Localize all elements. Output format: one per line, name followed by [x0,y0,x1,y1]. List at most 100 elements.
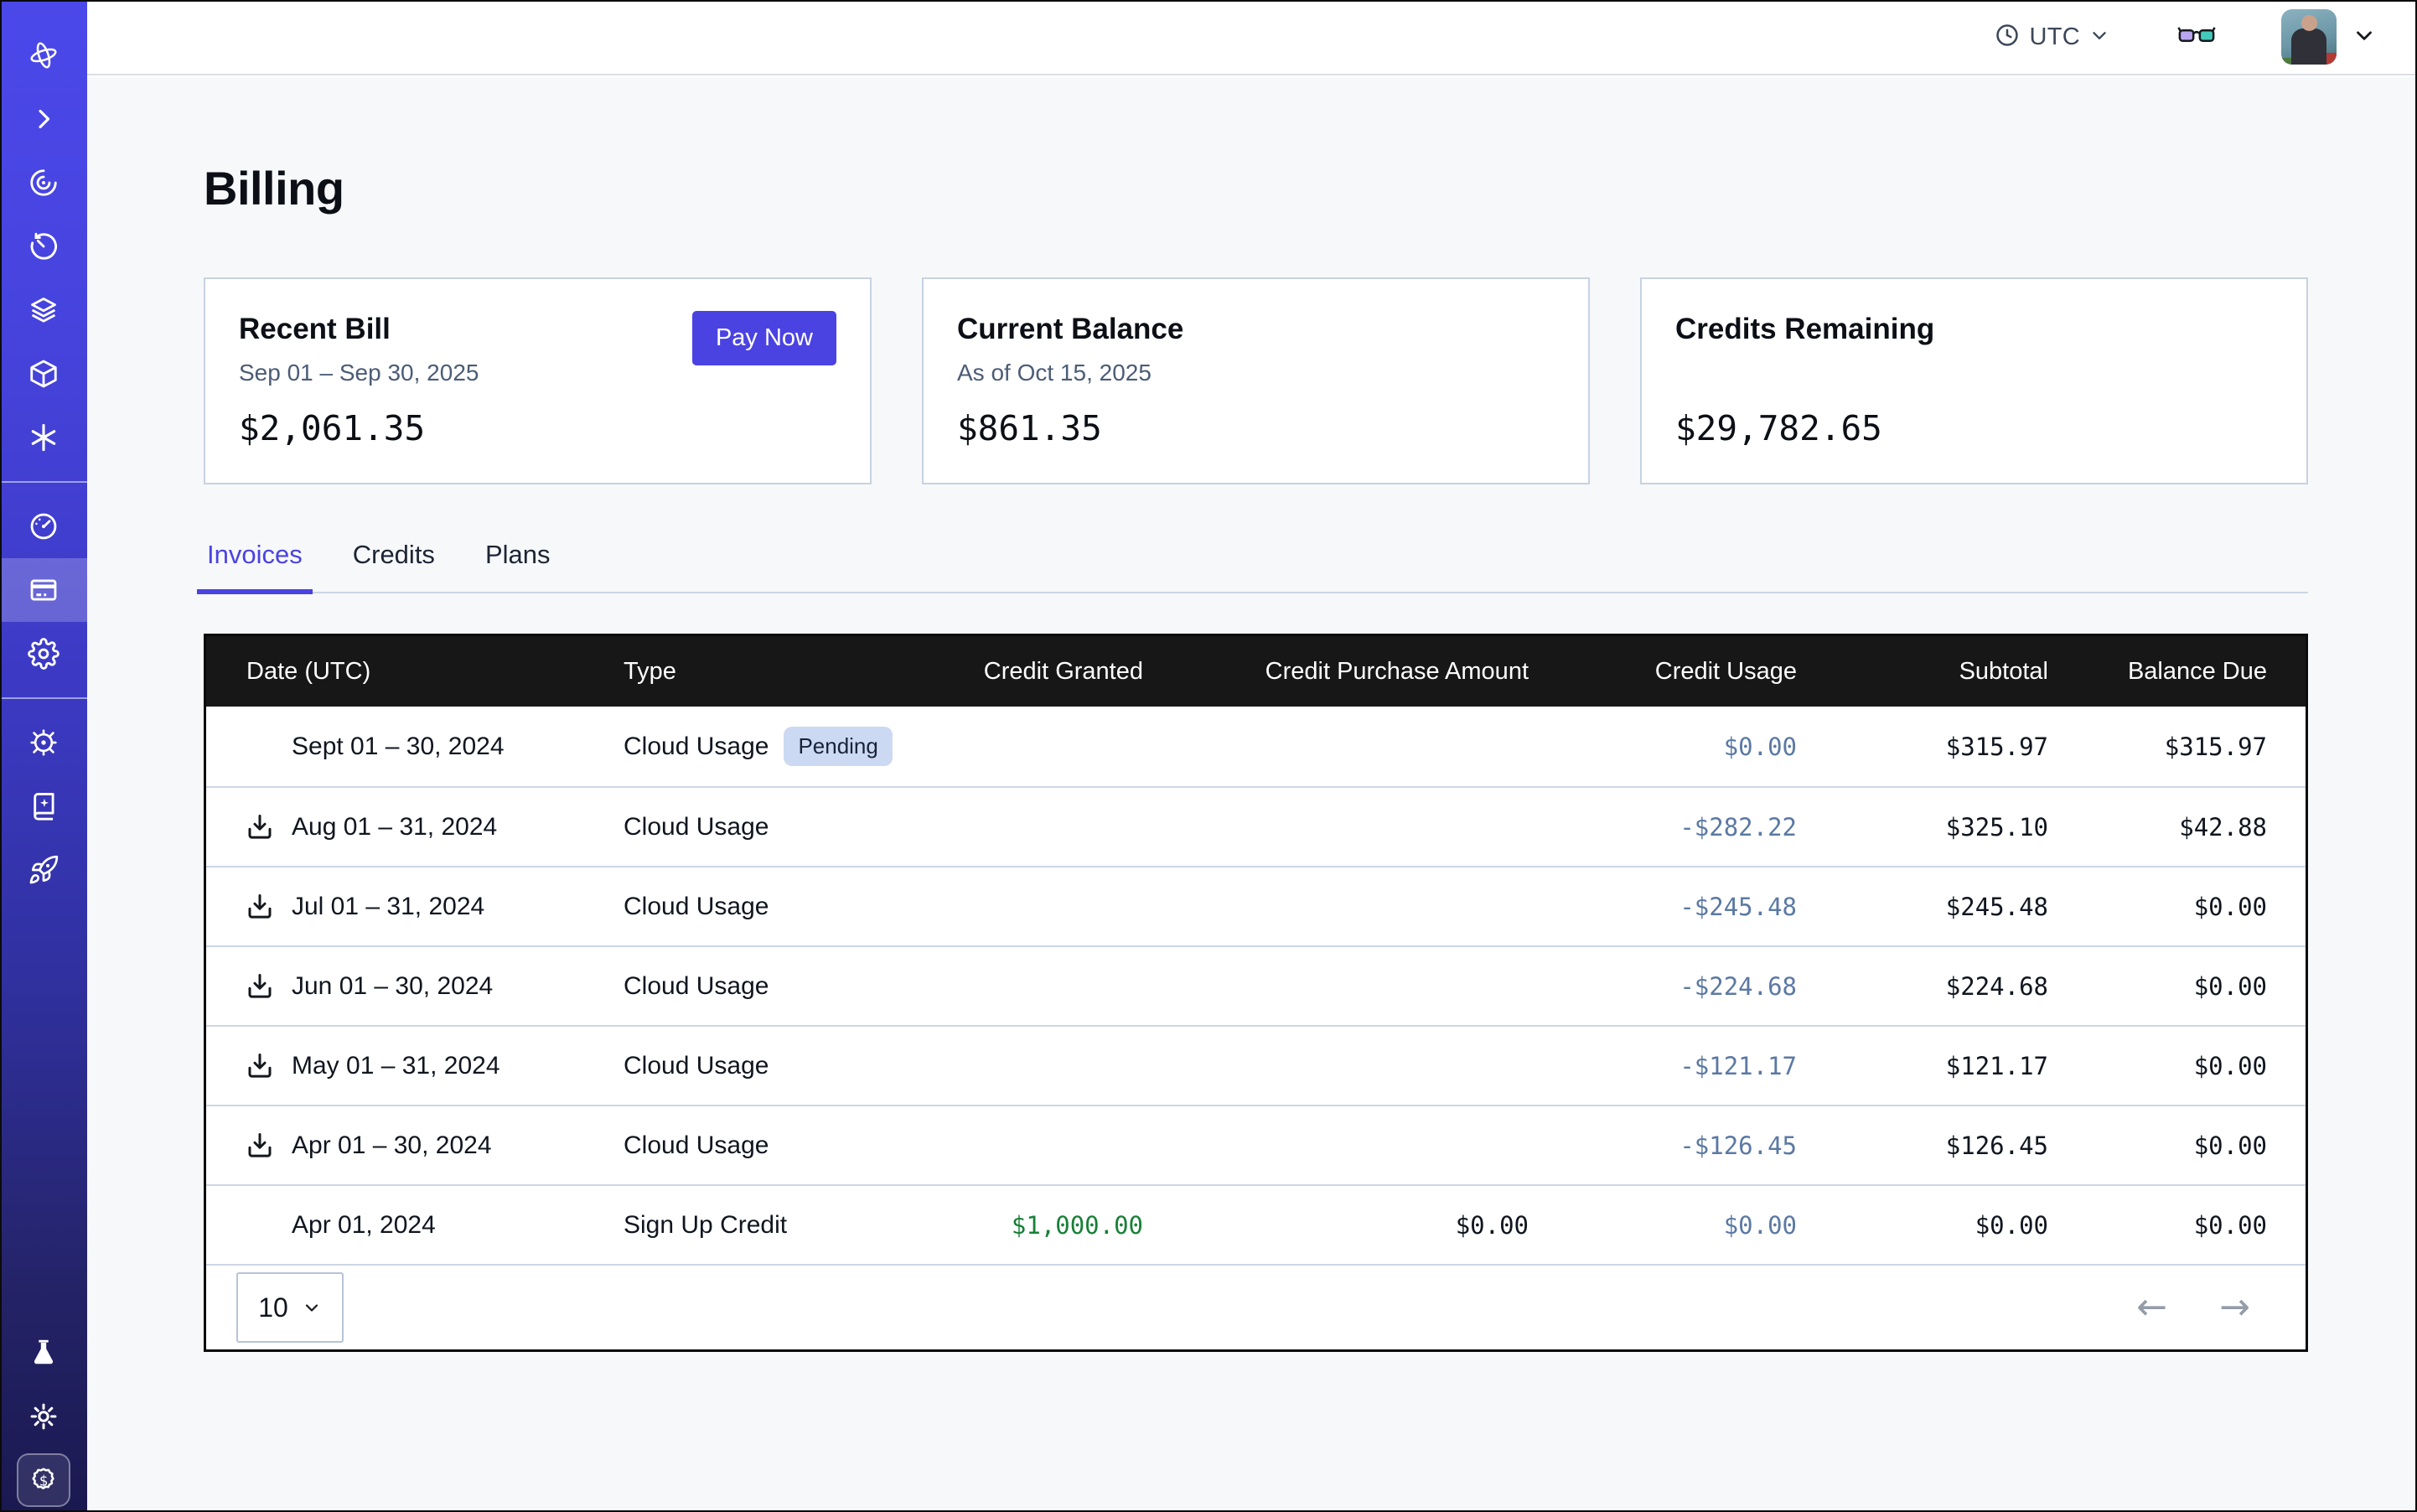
summary-cards: Recent Bill Sep 01 – Sep 30, 2025 $2,061… [204,277,2308,484]
sidebar-item-billing[interactable] [0,558,87,622]
timer-icon [28,230,60,262]
logo-icon [28,39,60,71]
topbar: UTC [87,0,2417,75]
sidebar-item-history[interactable] [0,215,87,278]
table-body: Sept 01 – 30, 2024Cloud UsagePending $0.0… [206,707,2306,1264]
column-header: Credit Granted [934,658,1143,686]
sidebar-item-docs[interactable] [0,774,87,838]
sidebar-item-cube[interactable] [0,342,87,406]
avatar-accent [2281,58,2296,65]
page-size-value: 10 [258,1292,288,1323]
date-cell: Sept 01 – 30, 2024 [206,730,624,764]
credit-usage-cell: -$224.68 [1529,972,1797,1001]
subtotal-cell: $126.45 [1797,1131,2048,1160]
page-title: Billing [204,161,2308,215]
dollar-badge-icon: $ [17,1453,70,1507]
cube-icon [28,358,60,390]
timezone-label: UTC [2029,23,2080,51]
pay-now-button[interactable]: Pay Now [692,311,836,365]
download-slot-empty [243,730,277,764]
balance-due-cell: $0.00 [2048,1131,2306,1160]
subtotal-cell: $0.00 [1797,1211,2048,1240]
column-header: Credit Usage [1529,658,1797,686]
reader-mode-toggle[interactable] [2177,24,2216,50]
sidebar-item-theme[interactable] [0,1385,87,1448]
avatar-accent [2323,53,2337,65]
user-avatar[interactable] [2281,9,2337,65]
balance-due-cell: $0.00 [2048,972,2306,1001]
column-header: Date (UTC) [206,658,624,686]
current-balance-amount: $861.35 [957,408,1555,448]
subtotal-cell: $121.17 [1797,1052,2048,1080]
previous-page-button[interactable]: ← [2136,1289,2167,1326]
download-invoice-button[interactable] [243,1049,277,1083]
date-cell: Apr 01 – 30, 2024 [206,1129,624,1162]
sidebar-item-credits[interactable]: $ [0,1448,87,1512]
download-invoice-button[interactable] [243,970,277,1003]
credit-card-icon [28,574,60,606]
subtotal-cell: $315.97 [1797,733,2048,761]
sidebar-item-helm[interactable] [0,711,87,774]
invoice-type: Cloud Usage [624,972,769,1001]
invoice-date: Jun 01 – 30, 2024 [292,972,493,1001]
gear-icon [28,638,60,670]
sidebar-item-labs[interactable] [0,1321,87,1385]
tab-plans[interactable]: Plans [482,540,554,592]
card-subtitle: As of Oct 15, 2025 [957,360,1555,388]
table-row: Apr 01 – 30, 2024Cloud Usage-$126.45$126… [206,1105,2306,1184]
type-cell: Cloud UsagePending [624,727,934,766]
timezone-selector[interactable]: UTC [1994,22,2110,53]
table-row: May 01 – 31, 2024 Cloud Usage -$121.17$121… [206,1025,2306,1105]
invoice-date: May 01 – 31, 2024 [292,1052,500,1080]
credit-usage-cell: $0.00 [1529,1211,1797,1240]
page-size-select[interactable]: 10 [236,1272,344,1343]
type-cell: Cloud Usage [624,1131,934,1160]
download-slot-empty [243,1209,277,1242]
asterisk-icon [28,422,60,453]
clock-icon [1994,22,2021,53]
sun-icon [28,1401,60,1432]
balance-due-cell: $42.88 [2048,813,2306,841]
sidebar-item-asterisk[interactable] [0,406,87,469]
tab-credits[interactable]: Credits [349,540,438,592]
column-header: Type [624,658,934,686]
download-invoice-button[interactable] [243,1129,277,1162]
invoice-type: Cloud Usage [624,733,769,761]
download-invoice-button[interactable] [243,890,277,924]
sidebar: $ [0,0,87,1512]
card-title: Credits Remaining [1675,313,2273,346]
flask-icon [28,1337,60,1369]
credit-usage-cell: -$121.17 [1529,1052,1797,1080]
sidebar-item-dashboard[interactable] [0,495,87,558]
sidebar-item-insights[interactable] [0,151,87,215]
rocket-icon [28,854,60,886]
tabs: Invoices Credits Plans [204,540,2308,593]
table-row: Jul 01 – 31, 2024Cloud Usage-$245.48$245… [206,866,2306,945]
invoice-date: Aug 01 – 31, 2024 [292,813,497,841]
recent-bill-card: Recent Bill Sep 01 – Sep 30, 2025 $2,061… [204,277,872,484]
chevron-down-icon [2352,23,2377,52]
column-header: Subtotal [1797,658,2048,686]
book-sparkle-icon [28,790,60,822]
sidebar-item-settings[interactable] [0,622,87,686]
sidebar-item-logo[interactable] [0,23,87,87]
sidebar-item-layers[interactable] [0,278,87,342]
user-menu-button[interactable] [2352,23,2377,52]
credit-purchase-amount-cell: $0.00 [1143,1211,1529,1240]
chevron-down-icon [302,1297,322,1318]
sidebar-item-rocket[interactable] [0,838,87,902]
spiral-eye-icon [28,167,60,199]
invoice-type: Cloud Usage [624,813,769,841]
sidebar-item-collapse[interactable] [0,87,87,151]
gauge-icon [28,510,60,542]
invoice-type: Cloud Usage [624,1052,769,1080]
invoices-table: Date (UTC)TypeCredit GrantedCredit Purch… [204,634,2308,1352]
svg-text:$: $ [39,1473,48,1489]
tab-invoices[interactable]: Invoices [204,540,306,592]
next-page-button[interactable]: → [2219,1289,2250,1326]
recent-bill-amount: $2,061.35 [239,408,836,448]
download-invoice-button[interactable] [243,810,277,844]
column-header: Balance Due [2048,658,2306,686]
balance-due-cell: $315.97 [2048,733,2306,761]
subtotal-cell: $224.68 [1797,972,2048,1001]
